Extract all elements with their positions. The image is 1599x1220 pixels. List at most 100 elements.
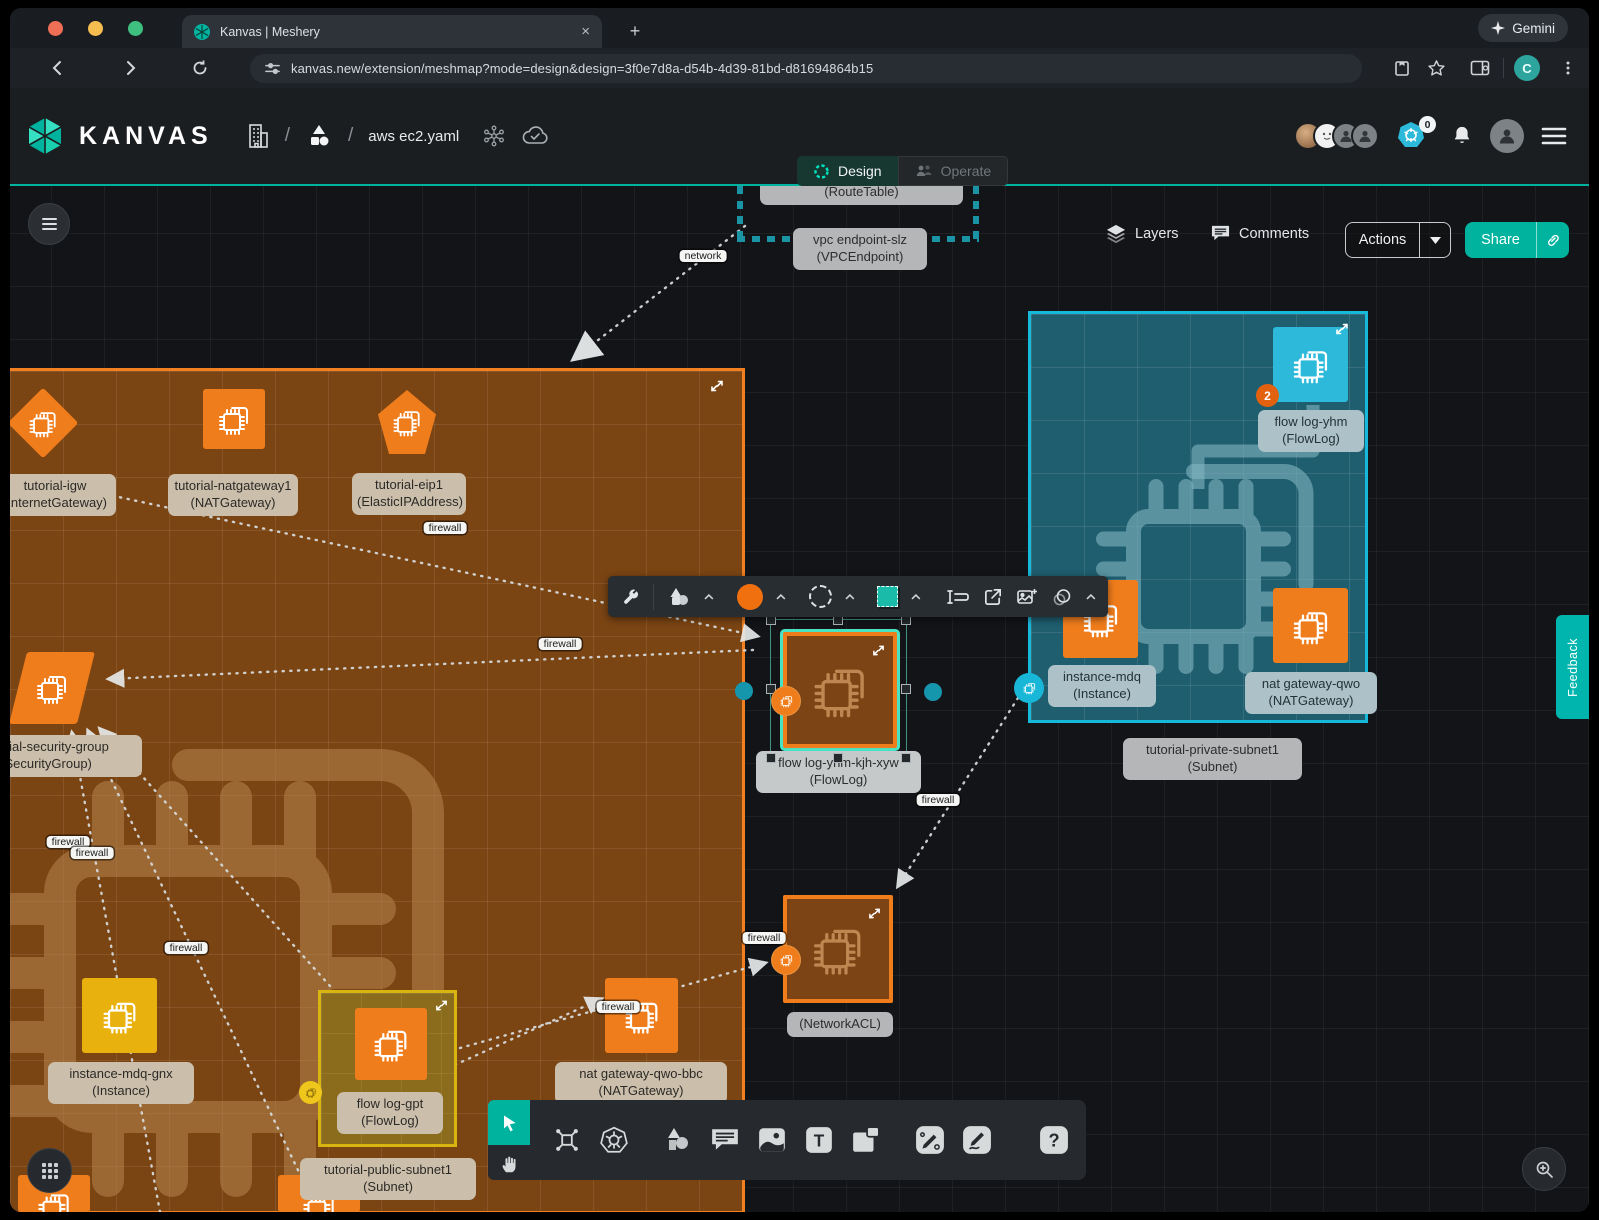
actions-button[interactable]: Actions (1345, 222, 1451, 258)
text-tool-button[interactable]: T (804, 1125, 834, 1155)
site-settings-icon[interactable] (264, 60, 281, 77)
zoom-button[interactable] (1522, 1147, 1566, 1191)
connection-dot[interactable] (735, 682, 753, 700)
designs-icon[interactable] (305, 122, 333, 150)
node-label[interactable]: tutorial-eip1(ElasticIPAddress) (352, 473, 466, 515)
tab-operate-mode[interactable]: Operate (898, 156, 1009, 186)
close-window-button[interactable] (48, 21, 63, 36)
node-label[interactable]: tutorial-natgateway1(NATGateway) (168, 474, 298, 516)
address-bar[interactable]: kanvas.new/extension/meshmap?mode=design… (250, 54, 1362, 83)
node-kind-badge[interactable] (771, 686, 801, 716)
kanvas-logo-icon[interactable] (26, 116, 64, 156)
node-nat-gateway-qwo-bbc[interactable] (605, 978, 678, 1053)
reload-button[interactable] (188, 56, 212, 80)
actions-dropdown-button[interactable] (1420, 237, 1450, 244)
border-style-button[interactable] (809, 585, 832, 608)
tab-design-mode[interactable]: Design (797, 156, 898, 186)
tab-close-icon[interactable]: × (581, 23, 590, 40)
add-image-button[interactable] (1016, 587, 1038, 607)
browser-menu-icon[interactable] (1556, 56, 1580, 80)
back-button[interactable] (46, 56, 70, 80)
apps-grid-button[interactable] (27, 1148, 72, 1193)
new-tab-button[interactable]: + (622, 18, 648, 44)
edge-label[interactable]: firewall (165, 942, 208, 954)
node-nat-gateway-1[interactable] (203, 389, 265, 449)
edge-pen-tool-button[interactable] (915, 1125, 945, 1155)
resize-handle[interactable] (901, 684, 911, 694)
expand-region-icon[interactable] (1335, 322, 1349, 336)
edge-label[interactable]: firewall (424, 522, 467, 534)
design-canvas[interactable]: (RouteTable) vpc endpoint-slz(VPCEndpoin… (10, 186, 1589, 1212)
layers-button[interactable]: Layers (1105, 224, 1179, 244)
node-label[interactable]: instance-mdq-gnx(Instance) (48, 1062, 194, 1104)
cluster-status-button[interactable]: 0 (1396, 120, 1434, 152)
edge-network[interactable] (575, 226, 745, 358)
open-external-button[interactable] (983, 587, 1003, 607)
node-flow-log-gpt[interactable] (355, 1008, 427, 1080)
edge-label[interactable]: network (680, 250, 727, 262)
select-tool-button[interactable] (488, 1100, 530, 1145)
maximize-window-button[interactable] (128, 21, 143, 36)
fill-color-button[interactable] (737, 584, 763, 610)
node-label[interactable]: instance-mdq(Instance) (1048, 665, 1156, 707)
node-nat-gateway-qwo[interactable] (1273, 588, 1348, 663)
chevron-up-icon[interactable] (776, 594, 786, 600)
component-style-button[interactable] (877, 586, 898, 607)
node-kind-badge[interactable] (1014, 673, 1044, 703)
rename-button[interactable] (946, 587, 970, 607)
node-label[interactable]: nat gateway-qwo-bbc(NATGateway) (555, 1062, 727, 1104)
resize-handle[interactable] (766, 753, 776, 763)
edge-label[interactable]: firewall (743, 932, 786, 944)
copy-link-button[interactable] (1537, 232, 1569, 248)
kubernetes-tool-button[interactable] (599, 1125, 629, 1155)
count-badge[interactable]: 2 (1256, 384, 1279, 407)
tools-wrench-button[interactable] (620, 587, 640, 607)
mesh-sync-icon[interactable] (482, 124, 506, 148)
node-label[interactable]: vpc endpoint-slz(VPCEndpoint) (793, 228, 927, 270)
help-button[interactable]: ? (1039, 1125, 1069, 1155)
node-label[interactable]: tutorial-public-subnet1(Subnet) (300, 1158, 476, 1200)
node-label[interactable]: flow log-yhm(FlowLog) (1258, 410, 1364, 452)
feedback-tab[interactable]: Feedback (1556, 615, 1589, 719)
freehand-pen-tool-button[interactable] (962, 1125, 992, 1155)
node-label[interactable]: tutorial-private-subnet1(Subnet) (1123, 738, 1302, 780)
canvas-menu-button[interactable] (28, 203, 70, 245)
chevron-up-icon[interactable] (845, 594, 855, 600)
user-avatar[interactable] (1490, 119, 1524, 153)
chevron-up-icon[interactable] (1086, 594, 1096, 600)
cloud-saved-icon[interactable] (521, 125, 549, 147)
sticky-note-tool-button[interactable] (851, 1126, 881, 1154)
edge-label[interactable]: firewall (539, 638, 582, 650)
node-label[interactable]: (NetworkACL) (787, 1012, 893, 1037)
collaborator-avatars[interactable] (1294, 122, 1379, 150)
gemini-button[interactable]: Gemini (1478, 14, 1568, 42)
node-network-acl[interactable] (783, 895, 893, 1003)
shapes-menu-button[interactable] (667, 586, 691, 608)
edge-label[interactable]: firewall (917, 794, 960, 806)
pan-tool-button[interactable] (488, 1145, 530, 1180)
resize-handle[interactable] (833, 753, 843, 763)
connection-dot[interactable] (924, 683, 942, 701)
edge-label[interactable]: firewall (71, 847, 114, 859)
share-button[interactable]: Share (1465, 222, 1569, 258)
image-tool-button[interactable] (757, 1126, 787, 1154)
side-panel-icon[interactable] (1468, 56, 1492, 80)
browser-tab[interactable]: Kanvas | Meshery × (182, 15, 602, 48)
organization-icon[interactable] (244, 122, 270, 150)
save-page-icon[interactable] (1390, 56, 1414, 80)
minimize-window-button[interactable] (88, 21, 103, 36)
flow-log-gpt-badge[interactable] (299, 1081, 322, 1104)
notifications-bell-icon[interactable] (1451, 124, 1473, 148)
edge-label[interactable]: firewall (597, 1001, 640, 1013)
node-label[interactable]: tutorial-security-group(SecurityGroup) (10, 735, 142, 777)
expand-node-icon[interactable] (868, 907, 881, 920)
collaborator-avatar[interactable] (1351, 122, 1379, 150)
chevron-up-icon[interactable] (704, 594, 714, 600)
shapes-tool-button[interactable] (663, 1126, 693, 1154)
node-label[interactable]: nat gateway-qwo(NATGateway) (1245, 672, 1377, 714)
app-menu-icon[interactable] (1541, 125, 1567, 147)
expand-region-icon[interactable] (710, 379, 724, 393)
node-label[interactable]: flow log-gpt(FlowLog) (337, 1092, 443, 1134)
comment-tool-button[interactable] (710, 1127, 740, 1153)
node-instance-mdq-gnx[interactable] (82, 978, 157, 1053)
